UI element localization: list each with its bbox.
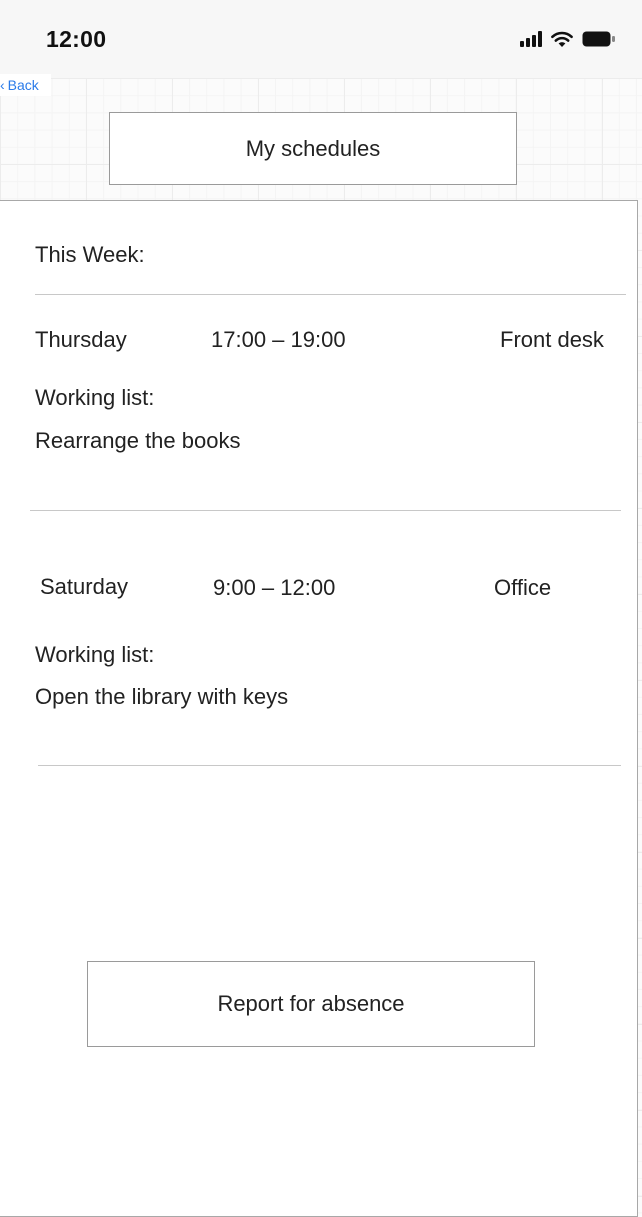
working-list-label: Working list: [35,385,155,410]
schedule-time: 9:00 – 12:00 [213,575,336,600]
section-heading: This Week: [35,242,145,267]
report-absence-button[interactable]: Report for absence [87,961,535,1047]
working-list-task: Rearrange the books [35,428,241,453]
signal-icon [520,31,542,47]
working-list-task: Open the library with keys [35,684,289,709]
wifi-icon [550,30,574,48]
back-label: Back [7,77,39,93]
status-bar: 12:00 [0,0,642,78]
status-icons [520,30,616,48]
battery-icon [582,30,616,48]
working-list-label: Working list: [35,642,155,667]
schedule-location: Front desk [500,327,604,352]
page-title: My schedules [109,112,517,185]
schedule-day: Saturday [40,574,129,599]
schedule-location: Office [494,575,552,600]
schedule-time: 17:00 – 19:00 [211,327,346,352]
schedule-panel: This Week: Thursday 17:00 – 19:00 Front … [0,200,638,1217]
divider [38,765,621,766]
divider [35,294,626,295]
back-button[interactable]: ‹ Back [0,74,51,96]
divider [30,510,621,511]
chevron-left-icon: ‹ [0,77,5,93]
status-time: 12:00 [46,26,107,52]
schedule-day: Thursday [35,327,127,352]
